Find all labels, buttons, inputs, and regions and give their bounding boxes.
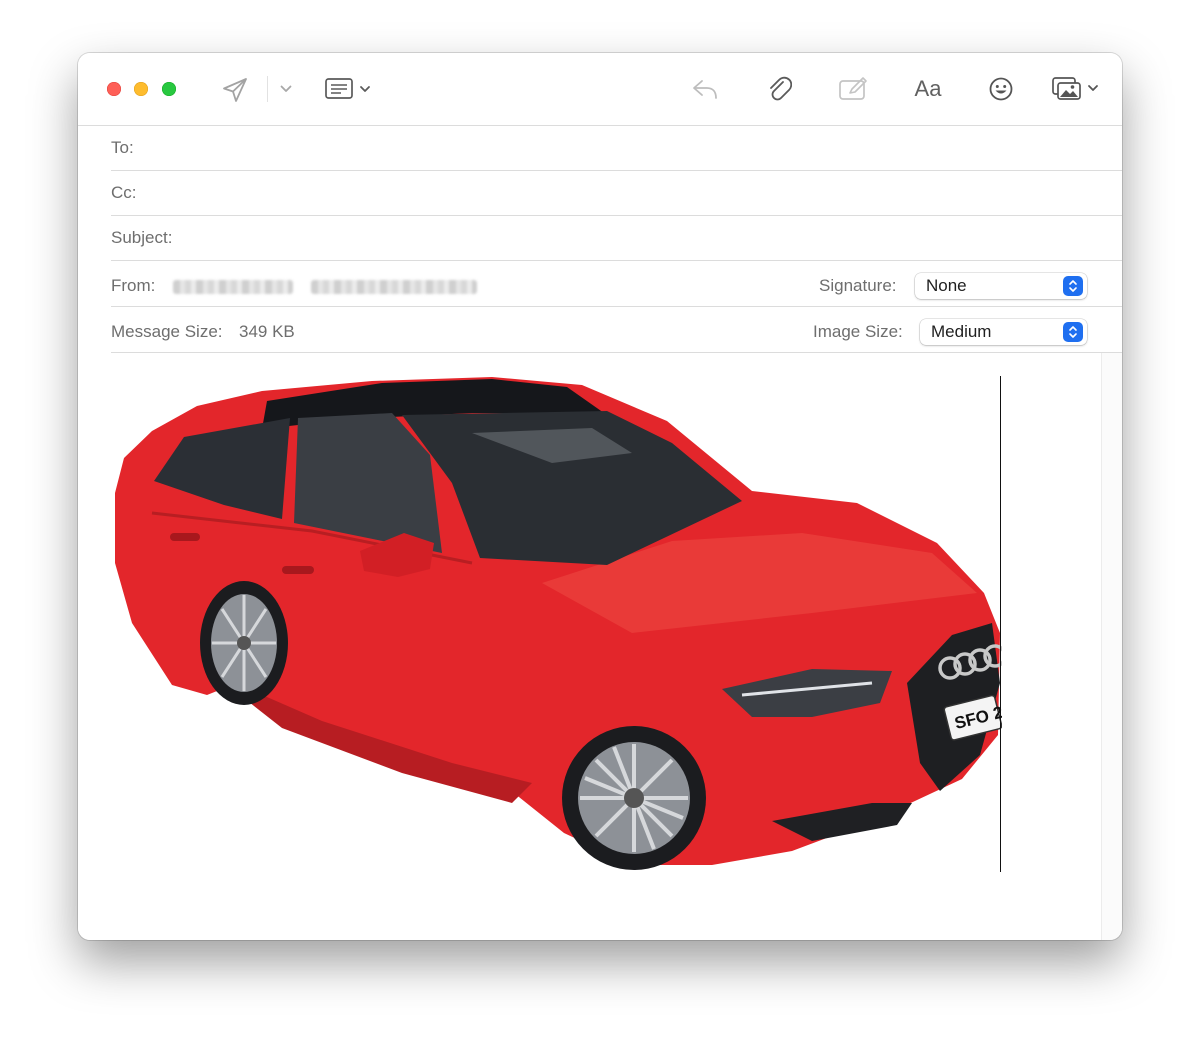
reply-button[interactable] xyxy=(690,75,720,103)
reply-icon xyxy=(693,80,717,99)
markup-icon xyxy=(839,77,867,100)
popup-arrows-icon xyxy=(1063,276,1083,296)
toolbar: Aa xyxy=(78,53,1122,126)
photo-browser-icon xyxy=(1052,77,1098,100)
chevron-down-icon xyxy=(280,85,292,92)
signature-label: Signature: xyxy=(819,276,897,295)
paperclip-icon xyxy=(770,76,792,101)
close-button[interactable] xyxy=(107,82,121,96)
emoji-icon xyxy=(989,77,1013,101)
subject-field[interactable] xyxy=(191,224,1102,254)
format-label: Aa xyxy=(914,76,942,101)
scrollbar[interactable] xyxy=(1101,353,1122,940)
attach-button[interactable] xyxy=(765,74,793,104)
send-icon xyxy=(223,78,247,102)
car-image[interactable]: SFO 25 xyxy=(112,373,1002,873)
photo-browser-button[interactable] xyxy=(1050,75,1102,103)
from-account-redacted[interactable] xyxy=(173,280,293,294)
to-label: To: xyxy=(111,138,134,157)
header-fields-button[interactable] xyxy=(323,75,373,103)
zoom-button[interactable] xyxy=(162,82,176,96)
emoji-button[interactable] xyxy=(986,75,1016,103)
to-row: To: xyxy=(111,126,1122,171)
header-fields-icon xyxy=(325,78,370,99)
send-options-button[interactable] xyxy=(278,81,294,97)
from-address-redacted[interactable] xyxy=(311,280,477,294)
send-button[interactable] xyxy=(220,75,250,105)
mail-compose-window: Aa To: Cc: Subject: From: Signature: Non… xyxy=(78,53,1122,940)
text-cursor xyxy=(1000,376,1001,872)
minimize-button[interactable] xyxy=(134,82,148,96)
message-size-label: Message Size: xyxy=(111,322,223,341)
from-label: From: xyxy=(111,276,156,295)
image-size-label: Image Size: xyxy=(813,322,903,341)
subject-label: Subject: xyxy=(111,228,173,247)
message-size-value: 349 KB xyxy=(239,322,295,341)
from-row: From: Signature: None xyxy=(111,262,1122,307)
image-size-popup[interactable]: Medium xyxy=(920,319,1087,345)
popup-arrows-icon xyxy=(1063,322,1083,342)
toolbar-separator xyxy=(267,76,268,102)
signature-popup[interactable]: None xyxy=(915,273,1087,299)
markup-button[interactable] xyxy=(837,74,869,104)
signature-value: None xyxy=(926,276,967,295)
image-size-value: Medium xyxy=(931,322,992,341)
subject-row: Subject: xyxy=(111,216,1122,261)
message-size-row: Message Size: 349 KB Image Size: Medium xyxy=(111,308,1122,353)
to-field[interactable] xyxy=(151,134,1102,164)
cc-label: Cc: xyxy=(111,183,137,202)
format-button[interactable]: Aa xyxy=(907,74,949,104)
cc-row: Cc: xyxy=(111,171,1122,216)
cc-field[interactable] xyxy=(151,179,1102,209)
